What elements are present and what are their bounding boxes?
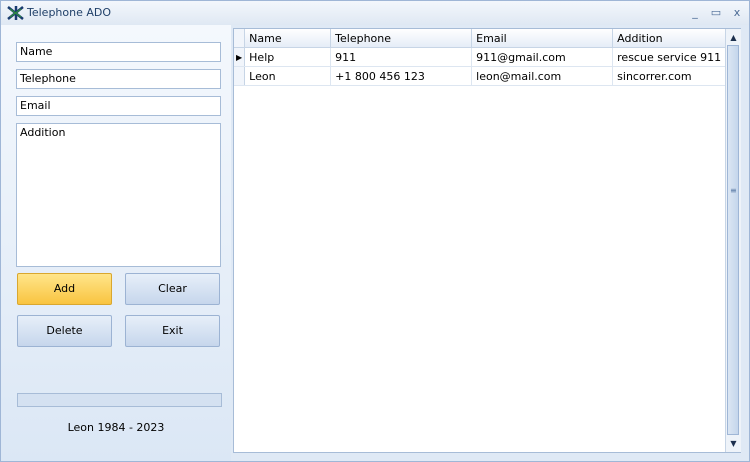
clear-button[interactable]: Clear (125, 273, 220, 305)
main-window: Telephone ADO _ ▭ x Name Telephone Email… (0, 0, 750, 462)
telephone-field[interactable]: Telephone (16, 69, 221, 89)
title-bar[interactable]: Telephone ADO _ ▭ x (1, 1, 749, 25)
email-field[interactable]: Email (16, 96, 221, 116)
cell-email[interactable]: leon@mail.com (471, 66, 614, 86)
delete-button[interactable]: Delete (17, 315, 112, 347)
cell-email[interactable]: 911@gmail.com (471, 47, 614, 67)
window-title: Telephone ADO (27, 6, 112, 19)
column-header-addition[interactable]: Addition (612, 29, 727, 48)
scroll-down-arrow-icon[interactable]: ▼ (726, 436, 741, 451)
progress-bar (17, 393, 222, 407)
contacts-grid[interactable]: Name Telephone Email Addition ▶ Help 911… (233, 28, 741, 453)
cell-name[interactable]: Help (244, 47, 332, 67)
vertical-scrollbar[interactable]: ▲ ≡ ▼ (725, 29, 741, 452)
row-header-corner (234, 29, 246, 48)
table-row[interactable]: ▶ Help 911 911@gmail.com rescue service … (234, 47, 727, 67)
entry-panel: Name Telephone Email Addition Add Clear … (1, 25, 231, 461)
footer-text: Leon 1984 - 2023 (67, 421, 165, 434)
cell-name[interactable]: Leon (244, 66, 332, 86)
addition-field[interactable]: Addition (16, 123, 221, 267)
name-field[interactable]: Name (16, 42, 221, 62)
current-row-indicator: ▶ (234, 47, 246, 67)
maximize-button[interactable]: ▭ (709, 6, 723, 20)
row-header[interactable] (234, 66, 246, 86)
minimize-button[interactable]: _ (688, 6, 702, 20)
cell-addition[interactable]: rescue service 911 (612, 47, 727, 67)
grip-icon: ≡ (730, 186, 737, 195)
scroll-thumb[interactable]: ≡ (727, 45, 739, 435)
close-button[interactable]: x (730, 6, 744, 20)
column-header-telephone[interactable]: Telephone (330, 29, 473, 48)
contacts-table: Name Telephone Email Addition ▶ Help 911… (234, 29, 727, 86)
column-header-email[interactable]: Email (471, 29, 614, 48)
cell-telephone[interactable]: 911 (330, 47, 473, 67)
scroll-up-arrow-icon[interactable]: ▲ (726, 30, 741, 45)
column-header-name[interactable]: Name (244, 29, 332, 48)
add-button[interactable]: Add (17, 273, 112, 305)
cell-telephone[interactable]: +1 800 456 123 (330, 66, 473, 86)
exit-button[interactable]: Exit (125, 315, 220, 347)
app-icon (7, 6, 24, 20)
table-row[interactable]: Leon +1 800 456 123 leon@mail.com sincor… (234, 66, 727, 86)
cell-addition[interactable]: sincorrer.com (612, 66, 727, 86)
